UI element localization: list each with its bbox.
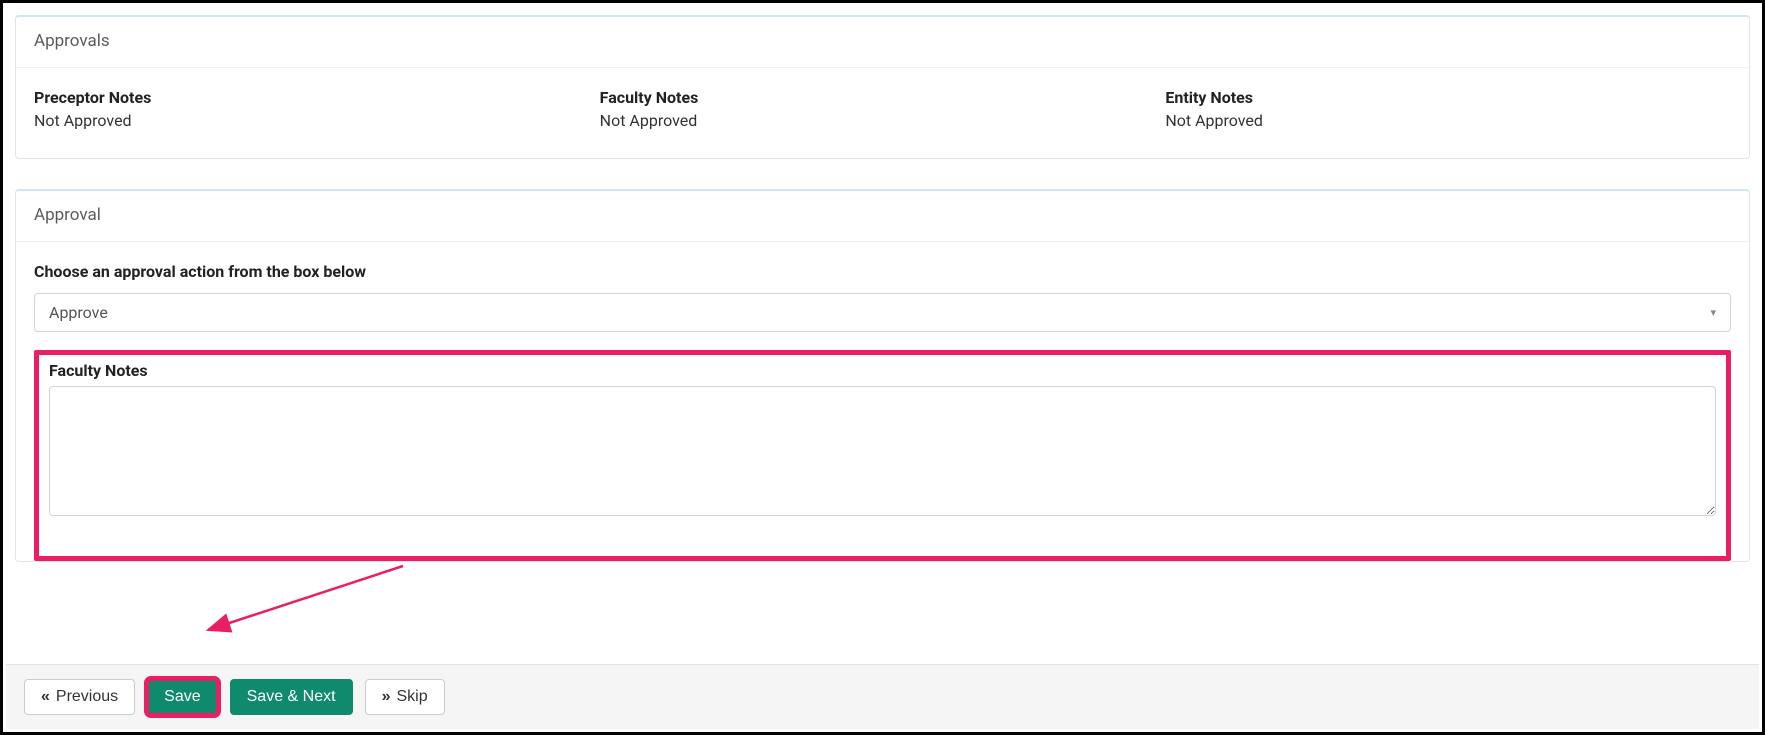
annotation-arrow bbox=[193, 558, 443, 653]
approvals-notes-row: Preceptor Notes Not Approved Faculty Not… bbox=[34, 88, 1731, 130]
chevrons-right-icon: » bbox=[382, 688, 391, 706]
save-next-button[interactable]: Save & Next bbox=[230, 679, 353, 715]
entity-notes-column: Entity Notes Not Approved bbox=[1165, 88, 1731, 130]
faculty-notes-label: Faculty Notes bbox=[600, 88, 1166, 107]
save-button[interactable]: Save bbox=[147, 679, 217, 715]
faculty-notes-input-label: Faculty Notes bbox=[49, 361, 1716, 380]
faculty-notes-textarea[interactable] bbox=[49, 386, 1716, 516]
skip-button[interactable]: » Skip bbox=[365, 679, 445, 715]
preceptor-notes-value: Not Approved bbox=[34, 111, 600, 130]
previous-button-label: Previous bbox=[56, 688, 118, 706]
chevrons-left-icon: « bbox=[41, 688, 50, 706]
faculty-notes-value: Not Approved bbox=[600, 111, 1166, 130]
footer-bar: « Previous Save Save & Next » Skip bbox=[6, 664, 1759, 729]
approval-action-selected: Approve bbox=[49, 303, 108, 322]
caret-down-icon: ▾ bbox=[1710, 306, 1716, 319]
faculty-notes-highlight: Faculty Notes bbox=[34, 350, 1731, 561]
entity-notes-label: Entity Notes bbox=[1165, 88, 1731, 107]
approval-panel: Approval Choose an approval action from … bbox=[15, 189, 1750, 562]
previous-button[interactable]: « Previous bbox=[24, 679, 135, 715]
faculty-notes-column: Faculty Notes Not Approved bbox=[600, 88, 1166, 130]
entity-notes-value: Not Approved bbox=[1165, 111, 1731, 130]
preceptor-notes-label: Preceptor Notes bbox=[34, 88, 600, 107]
save-next-button-label: Save & Next bbox=[247, 688, 336, 706]
skip-button-label: Skip bbox=[396, 688, 427, 706]
approval-instruction: Choose an approval action from the box b… bbox=[34, 262, 1731, 281]
approval-action-select[interactable]: Approve ▾ bbox=[34, 293, 1731, 332]
approvals-panel: Approvals Preceptor Notes Not Approved F… bbox=[15, 15, 1750, 159]
approval-panel-title: Approval bbox=[16, 191, 1749, 242]
approvals-panel-title: Approvals bbox=[16, 17, 1749, 68]
preceptor-notes-column: Preceptor Notes Not Approved bbox=[34, 88, 600, 130]
save-button-label: Save bbox=[164, 688, 200, 706]
